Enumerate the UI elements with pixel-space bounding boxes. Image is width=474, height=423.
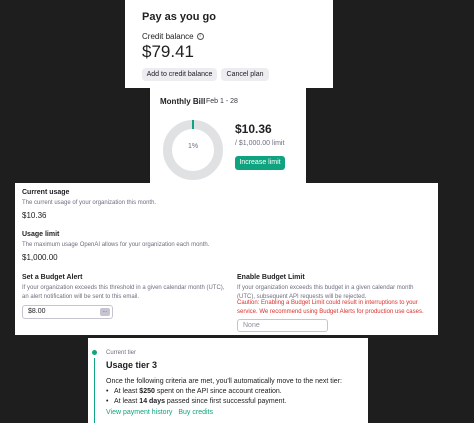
tier-intro: Once the following criteria are met, you… [106, 378, 342, 385]
usage-donut-progress [192, 120, 194, 129]
cancel-plan-button[interactable]: Cancel plan [221, 68, 269, 81]
usage-tier-card: Current tier Usage tier 3 Once the follo… [88, 338, 368, 423]
monthly-bill-label: Monthly Bill [160, 97, 206, 106]
current-usage-title: Current usage [22, 189, 70, 196]
increase-limit-button[interactable]: Increase limit [235, 156, 285, 170]
usage-donut-percent: 1% [187, 143, 199, 150]
budget-limit-input[interactable]: None [237, 319, 328, 332]
usage-limit-description: The maximum usage OpenAI allows for your… [22, 242, 210, 248]
budget-alert-description: If your organization exceeds this thresh… [22, 285, 225, 300]
budget-alert-title: Set a Budget Alert [22, 274, 83, 281]
credit-balance-label: Credit balance i [142, 32, 204, 41]
usage-limit-title: Usage limit [22, 231, 60, 238]
current-usage-value: $10.36 [22, 211, 47, 220]
budget-limit-title: Enable Budget Limit [237, 274, 305, 281]
add-to-credit-balance-button[interactable]: Add to credit balance [142, 68, 217, 81]
billing-date-range: Feb 1 - 28 [206, 98, 238, 105]
tier-timeline-dot [92, 350, 97, 355]
monthly-bill-amount: $10.36 [235, 122, 272, 136]
criteria-text-post: passed since first successful payment. [164, 398, 287, 405]
usage-donut-chart [163, 120, 223, 180]
credit-balance-value: $79.41 [142, 42, 194, 61]
credit-balance-text: Credit balance [142, 32, 194, 41]
bullet-icon: • [106, 388, 109, 395]
bullet-icon: • [106, 398, 109, 405]
tier-name: Usage tier 3 [106, 360, 158, 370]
tier-criteria-item: • At least $250 spent on the API since ac… [106, 388, 282, 395]
buy-credits-link[interactable]: Buy credits [178, 409, 213, 416]
info-icon[interactable]: i [196, 33, 204, 41]
budget-alert-input[interactable]: $8.00 ⋯ [22, 305, 113, 319]
criteria-text-pre: At least [114, 398, 140, 405]
tier-criteria-item: • At least 14 days passed since first suc… [106, 398, 286, 405]
criteria-text-pre: At least [114, 388, 140, 395]
monthly-bill-limit: / $1,000.00 limit [235, 140, 285, 147]
tier-links: View payment history Buy credits [106, 409, 217, 416]
card-title: Pay as you go [142, 11, 216, 23]
criteria-text-post: spent on the API since account creation. [154, 388, 282, 395]
pay-as-you-go-card: Pay as you go Credit balance i $79.41 Add… [125, 0, 333, 88]
usage-limits-panel: Current usage The current usage of your … [15, 183, 438, 335]
current-tier-label: Current tier [106, 350, 137, 356]
tier-timeline-line [94, 358, 95, 423]
budget-limit-placeholder: None [243, 322, 260, 329]
view-payment-history-link[interactable]: View payment history [106, 409, 172, 416]
criteria-value: 14 days [139, 398, 165, 405]
current-usage-description: The current usage of your organization t… [22, 200, 157, 206]
budget-alert-value: $8.00 [28, 308, 46, 315]
usage-limit-value: $1,000.00 [22, 253, 58, 262]
budget-limit-caution: Caution: Enabling a Budget Limit could r… [237, 300, 424, 315]
monthly-bill-card: Monthly Bill Feb 1 - 28 1% $10.36 / $1,0… [150, 88, 306, 183]
stepper-icon[interactable]: ⋯ [100, 308, 110, 316]
criteria-value: $250 [139, 388, 155, 395]
